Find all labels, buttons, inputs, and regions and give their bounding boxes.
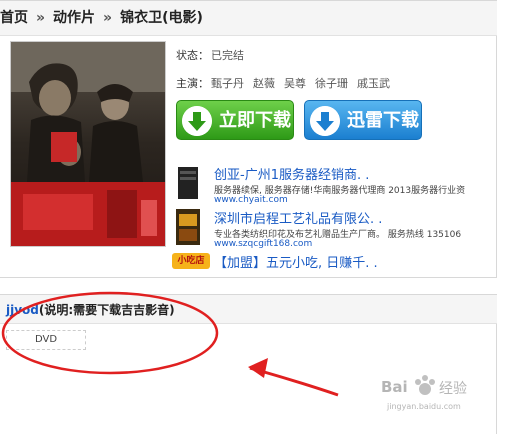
instant-download-label: 立即下载 — [219, 110, 291, 131]
baidu-jingyan-watermark: Bai 经验 jingyan.baidu.com — [375, 368, 495, 430]
cast-member[interactable]: 戚玉武 — [357, 77, 390, 90]
watermark-brand: Bai — [381, 378, 408, 396]
movie-info-panel: 首页 » 动作片 » 锦衣卫(电影) 状态： 已完结 主演： 甄子丹 赵薇 吴尊 徐… — [0, 0, 497, 278]
server-icon — [178, 167, 198, 199]
breadcrumb-title: 锦衣卫(电影) — [120, 10, 203, 26]
ad-url[interactable]: www.szqcgift168.com — [214, 239, 312, 249]
ad-title[interactable]: 创亚-广州1服务器经销商. . — [214, 164, 369, 183]
breadcrumb-separator: » — [103, 10, 113, 26]
gift-product-icon — [176, 209, 200, 245]
ad-title[interactable]: 深圳市启程工艺礼品有限公. . — [214, 208, 382, 227]
player-header: jjvod(说明:需要下载吉吉影音) — [0, 295, 497, 324]
dvd-episode-link[interactable]: DVD — [6, 330, 86, 350]
poster-image — [11, 42, 165, 246]
thunder-download-label: 迅雷下载 — [347, 110, 419, 131]
movie-poster[interactable] — [10, 41, 166, 247]
status-value: 已完结 — [211, 49, 244, 62]
watermark-logo-text: 经验 — [439, 381, 467, 397]
cast-member[interactable]: 甄子丹 — [211, 77, 244, 90]
breadcrumb-home[interactable]: 首页 — [0, 1, 28, 35]
status-label: 状态： — [176, 49, 209, 62]
player-title: jjvod(说明:需要下载吉吉影音) — [6, 301, 175, 318]
ad-title[interactable]: 【加盟】五元小吃, 日赚千. . — [214, 252, 378, 271]
cast-label: 主演： — [176, 77, 209, 90]
paw-logo-icon — [415, 375, 435, 395]
instant-download-button[interactable]: 立即下载 — [176, 100, 294, 140]
cast-member[interactable]: 赵薇 — [253, 77, 275, 90]
breadcrumb-category[interactable]: 动作片 — [53, 1, 95, 35]
breadcrumb-separator: » — [36, 10, 46, 26]
watermark-url: jingyan.baidu.com — [387, 402, 461, 411]
download-arrow-icon — [310, 106, 340, 136]
player-note: (说明:需要下载吉吉影音) — [38, 303, 175, 317]
ad-url[interactable]: www.chyait.com — [214, 195, 288, 205]
status-row: 状态： 已完结 — [176, 47, 244, 63]
breadcrumb: 首页 » 动作片 » 锦衣卫(电影) — [0, 1, 497, 36]
download-arrow-icon — [182, 106, 212, 136]
snack-shop-badge: 小吃店 — [172, 253, 210, 269]
cast-row: 主演： 甄子丹 赵薇 吴尊 徐子珊 戚玉武 — [176, 75, 397, 91]
cast-member[interactable]: 吴尊 — [284, 77, 306, 90]
player-name[interactable]: jjvod — [6, 303, 39, 317]
thunder-download-button[interactable]: 迅雷下载 — [304, 100, 422, 140]
cast-member[interactable]: 徐子珊 — [315, 77, 348, 90]
